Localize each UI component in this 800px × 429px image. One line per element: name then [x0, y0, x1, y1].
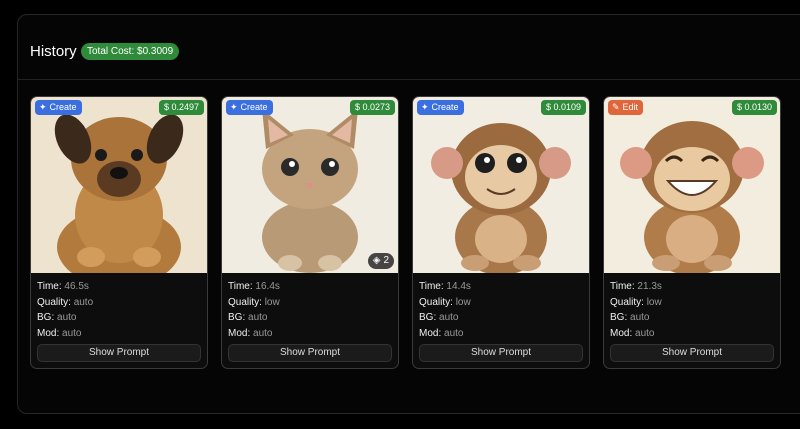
show-prompt-button[interactable]: Show Prompt	[37, 344, 201, 362]
quality-value: low	[646, 296, 662, 308]
bg-value: auto	[57, 312, 77, 323]
mod-value: auto	[635, 327, 655, 339]
bg-label: BG:	[610, 312, 628, 323]
time-label: Time:	[610, 281, 635, 292]
quality-label: Quality:	[37, 296, 71, 308]
card-meta: Time: 46.5s Quality: auto BG: auto Mod: …	[37, 279, 93, 341]
time-label: Time:	[228, 281, 253, 292]
generated-image[interactable]: ✦ Create $ 0.0273 ◈ 2	[222, 97, 398, 273]
show-prompt-button[interactable]: Show Prompt	[419, 344, 583, 362]
quality-label: Quality:	[419, 296, 453, 308]
create-badge: ✦ Create	[417, 100, 464, 115]
bg-label: BG:	[37, 312, 55, 323]
bg-value: auto	[248, 312, 268, 323]
type-label: Create	[240, 102, 268, 112]
mod-value: auto	[62, 327, 82, 339]
layers-icon: ◈	[372, 255, 381, 266]
type-label: Create	[49, 102, 77, 112]
bg-label: BG:	[228, 312, 246, 323]
sparkle-icon: ✦	[39, 102, 47, 112]
variants-badge[interactable]: ◈ 2	[367, 253, 394, 269]
history-card[interactable]: ✎ Edit $ 0.0130 Time: 21.3s Quality: low…	[603, 96, 781, 369]
bg-value: auto	[439, 312, 459, 323]
time-label: Time:	[37, 281, 62, 292]
price-value: 0.0130	[744, 102, 772, 112]
generated-image[interactable]: ✎ Edit $ 0.0130	[604, 97, 780, 273]
price-badge: $ 0.0273	[349, 100, 395, 115]
quality-value: low	[455, 296, 471, 308]
mod-label: Mod:	[228, 327, 251, 339]
puppy-image	[31, 97, 207, 273]
laughing-monkey-image	[604, 97, 780, 273]
history-header: History Total Cost: $0.3009	[18, 15, 800, 80]
quality-value: auto	[73, 296, 94, 308]
price-badge: $ 0.0109	[540, 100, 586, 115]
card-meta: Time: 21.3s Quality: low BG: auto Mod: a…	[610, 279, 662, 341]
monkey-image	[413, 97, 589, 273]
price-value: 0.0273	[362, 102, 390, 112]
show-prompt-button[interactable]: Show Prompt	[228, 344, 392, 362]
mod-label: Mod:	[419, 327, 442, 339]
time-value: 46.5s	[64, 281, 89, 292]
history-card[interactable]: ✦ Create $ 0.2497 Time: 46.5s Quality: a…	[30, 96, 208, 369]
time-value: 14.4s	[446, 281, 471, 292]
create-badge: ✦ Create	[226, 100, 273, 115]
show-prompt-button[interactable]: Show Prompt	[610, 344, 774, 362]
card-meta: Time: 14.4s Quality: low BG: auto Mod: a…	[419, 279, 471, 341]
type-label: Create	[431, 102, 459, 112]
card-meta: Time: 16.4s Quality: low BG: auto Mod: a…	[228, 279, 280, 341]
price-badge: $ 0.2497	[158, 100, 204, 115]
bg-label: BG:	[419, 312, 437, 323]
quality-label: Quality:	[228, 296, 262, 308]
generated-image[interactable]: ✦ Create $ 0.2497	[31, 97, 207, 273]
generated-image[interactable]: ✦ Create $ 0.0109	[413, 97, 589, 273]
pencil-icon: ✎	[612, 102, 620, 112]
edit-badge: ✎ Edit	[608, 100, 644, 115]
kitten-image	[222, 97, 398, 273]
history-card[interactable]: ✦ Create $ 0.0273 ◈ 2 Time: 16.4s Qualit…	[221, 96, 399, 369]
mod-label: Mod:	[610, 327, 633, 339]
bg-value: auto	[630, 312, 650, 323]
mod-value: auto	[253, 327, 273, 339]
quality-label: Quality:	[610, 296, 644, 308]
history-title: History	[30, 43, 77, 60]
quality-value: low	[264, 296, 280, 308]
create-badge: ✦ Create	[35, 100, 82, 115]
price-badge: $ 0.0130	[731, 100, 777, 115]
variants-count: 2	[383, 255, 389, 266]
total-cost-badge: Total Cost: $0.3009	[81, 43, 180, 60]
price-value: 0.2497	[171, 102, 199, 112]
time-value: 21.3s	[637, 281, 662, 292]
price-value: 0.0109	[553, 102, 581, 112]
sparkle-icon: ✦	[421, 102, 429, 112]
type-label: Edit	[622, 102, 639, 112]
sparkle-icon: ✦	[230, 102, 238, 112]
history-card[interactable]: ✦ Create $ 0.0109 Time: 14.4s Quality: l…	[412, 96, 590, 369]
time-label: Time:	[419, 281, 444, 292]
mod-value: auto	[444, 327, 464, 339]
time-value: 16.4s	[255, 281, 280, 292]
mod-label: Mod:	[37, 327, 60, 339]
